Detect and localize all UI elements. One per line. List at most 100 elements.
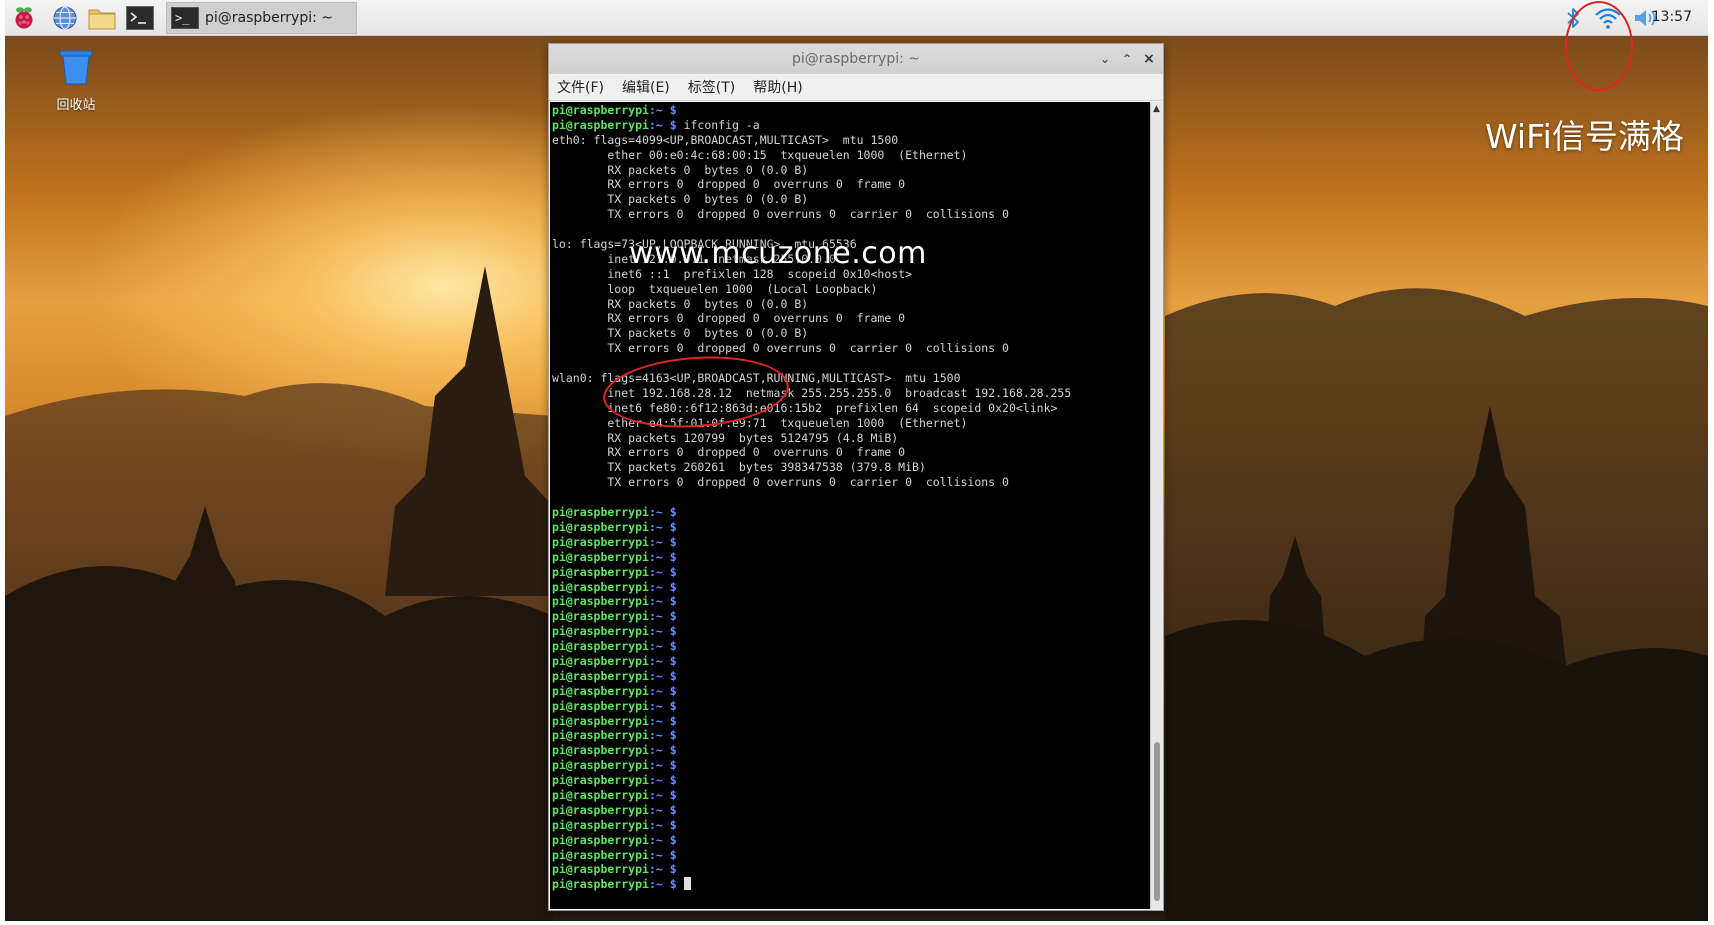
taskbar-window-label: pi@raspberrypi: ~ (205, 10, 334, 26)
window-title: pi@raspberrypi: ~ (791, 51, 921, 67)
terminal-titlebar[interactable]: pi@raspberrypi: ~ ⌄ ⌃ × (549, 44, 1163, 74)
prompt-path: :~ $ (648, 832, 677, 847)
terminal-output-line: inet6 fe80::6f12:863d:e016:15b2 prefixle… (552, 401, 1150, 416)
menu-help[interactable]: 帮助(H) (753, 77, 802, 97)
prompt-user: pi@raspberrypi (552, 743, 649, 758)
prompt-path: :~ $ (648, 787, 677, 802)
terminal-output-line: loop txqueuelen 1000 (Local Loopback) (552, 282, 1150, 297)
prompt-user: pi@raspberrypi (552, 609, 649, 624)
prompt-user: pi@raspberrypi (552, 594, 649, 609)
terminal-prompt-line: pi@raspberrypi:~ $ (552, 818, 1150, 833)
prompt-user: pi@raspberrypi (552, 787, 649, 802)
menu-edit[interactable]: 编辑(E) (622, 77, 670, 97)
terminal-prompt-line: pi@raspberrypi:~ $ (552, 505, 1150, 520)
terminal-icon[interactable] (125, 4, 155, 32)
terminal-prompt-line: pi@raspberrypi:~ $ (552, 654, 1150, 669)
prompt-path: :~ $ (648, 743, 677, 758)
prompt-user: pi@raspberrypi (552, 549, 649, 564)
line-text: RX packets 120799 bytes 5124795 (4.8 MiB… (552, 430, 899, 445)
terminal-output-line: TX packets 260261 bytes 398347538 (379.8… (552, 460, 1150, 475)
terminal-output-line: RX errors 0 dropped 0 overruns 0 frame 0 (552, 445, 1150, 460)
prompt-user: pi@raspberrypi (552, 653, 649, 668)
terminal-scrollbar[interactable]: ▲ (1150, 102, 1163, 909)
terminal-icon: >_ (171, 7, 199, 29)
terminal-prompt-line: pi@raspberrypi:~ $ (552, 758, 1150, 773)
prompt-user: pi@raspberrypi (552, 639, 649, 654)
prompt-user: pi@raspberrypi (552, 579, 649, 594)
prompt-user: pi@raspberrypi (552, 519, 649, 534)
prompt-user: pi@raspberrypi (552, 758, 649, 773)
terminal-prompt-line: pi@raspberrypi:~ $ (552, 639, 1150, 654)
terminal-prompt-line: pi@raspberrypi:~ $ (552, 669, 1150, 684)
prompt-path: :~ $ (648, 668, 677, 683)
menu-tabs[interactable]: 标签(T) (688, 77, 735, 97)
prompt-user: pi@raspberrypi (552, 564, 649, 579)
terminal-output-area[interactable]: pi@raspberrypi:~ $ pi@raspberrypi:~ $ ifc… (550, 102, 1150, 909)
prompt-user: pi@raspberrypi (552, 683, 649, 698)
prompt-path: :~ $ (648, 609, 677, 624)
prompt-user: pi@raspberrypi (552, 103, 649, 117)
prompt-path: :~ $ (648, 564, 677, 579)
terminal-prompt-line: pi@raspberrypi:~ $ (552, 520, 1150, 535)
prompt-path: :~ $ (648, 505, 677, 520)
terminal-prompt-line: pi@raspberrypi:~ $ (552, 565, 1150, 580)
terminal-prompt-line: pi@raspberrypi:~ $ (552, 714, 1150, 729)
prompt-user: pi@raspberrypi (552, 728, 649, 743)
prompt-user: pi@raspberrypi (552, 773, 649, 788)
line-text: ether 00:e0:4c:68:00:15 txqueuelen 1000 … (552, 147, 968, 162)
terminal-prompt-line: pi@raspberrypi:~ $ (552, 877, 1150, 892)
terminal-prompt-line: pi@raspberrypi:~ $ (552, 773, 1150, 788)
raspberry-pi-menu-icon[interactable] (9, 4, 39, 32)
prompt-path: :~ $ (648, 728, 677, 743)
line-text: ether e4:5f:01:0f:e9:71 txqueuelen 1000 … (552, 415, 968, 430)
terminal-prompt-line: pi@raspberrypi:~ $ (552, 535, 1150, 550)
taskbar-window-button[interactable]: >_ pi@raspberrypi: ~ (166, 2, 357, 34)
bluetooth-icon[interactable] (1558, 4, 1588, 32)
prompt-path: :~ $ (648, 758, 677, 773)
file-manager-icon[interactable] (87, 4, 117, 32)
line-text: RX packets 0 bytes 0 (0.0 B) (552, 296, 809, 311)
maximize-button[interactable]: ⌃ (1119, 51, 1135, 67)
prompt-user: pi@raspberrypi (552, 877, 649, 892)
trash-icon (59, 50, 93, 85)
trash-desktop-icon[interactable]: 回收站 (41, 46, 111, 113)
clock[interactable]: 13:57 (1652, 9, 1692, 25)
terminal-prompt-line: pi@raspberrypi:~ $ (552, 103, 1150, 118)
prompt-path: :~ $ (648, 817, 677, 832)
prompt-user: pi@raspberrypi (552, 698, 649, 713)
taskbar: >_ pi@raspberrypi: ~ 13:57 (5, 0, 1708, 36)
prompt-path: :~ $ (648, 877, 677, 892)
prompt-user: pi@raspberrypi (552, 862, 649, 877)
terminal-prompt-line: pi@raspberrypi:~ $ (552, 580, 1150, 595)
prompt-user: pi@raspberrypi (552, 668, 649, 683)
line-text: ifconfig -a (676, 117, 760, 132)
terminal-output-line: TX errors 0 dropped 0 overruns 0 carrier… (552, 207, 1150, 222)
scroll-up-arrow-icon[interactable]: ▲ (1153, 104, 1160, 114)
web-browser-icon[interactable] (50, 4, 80, 32)
terminal-prompt-line: pi@raspberrypi:~ $ (552, 743, 1150, 758)
prompt-user: pi@raspberrypi (552, 847, 649, 862)
terminal-prompt-line: pi@raspberrypi:~ $ (552, 848, 1150, 863)
prompt-user: pi@raspberrypi (552, 832, 649, 847)
terminal-prompt-line: pi@raspberrypi:~ $ (552, 684, 1150, 699)
prompt-path: :~ $ (648, 683, 677, 698)
wifi-icon[interactable] (1593, 4, 1623, 32)
terminal-cursor (683, 877, 691, 891)
minimize-button[interactable]: ⌄ (1097, 51, 1113, 67)
line-text: TX errors 0 dropped 0 overruns 0 carrier… (552, 207, 1009, 222)
terminal-window[interactable]: pi@raspberrypi: ~ ⌄ ⌃ × 文件(F) 编辑(E) 标签(T… (548, 43, 1164, 911)
close-button[interactable]: × (1141, 51, 1157, 67)
terminal-prompt-line: pi@raspberrypi:~ $ ifconfig -a (552, 118, 1150, 133)
terminal-output: pi@raspberrypi:~ $ pi@raspberrypi:~ $ ifc… (552, 103, 1150, 892)
line-text: inet6 fe80::6f12:863d:e016:15b2 prefixle… (552, 400, 1058, 415)
menu-file[interactable]: 文件(F) (557, 77, 604, 97)
line-text: TX errors 0 dropped 0 overruns 0 carrier… (552, 475, 1009, 490)
line-text: RX packets 0 bytes 0 (0.0 B) (552, 162, 809, 177)
line-text: TX errors 0 dropped 0 overruns 0 carrier… (552, 341, 1009, 356)
prompt-user: pi@raspberrypi (552, 624, 649, 639)
terminal-output-line: RX packets 0 bytes 0 (0.0 B) (552, 297, 1150, 312)
scrollbar-thumb[interactable] (1154, 742, 1160, 901)
prompt-user: pi@raspberrypi (552, 817, 649, 832)
